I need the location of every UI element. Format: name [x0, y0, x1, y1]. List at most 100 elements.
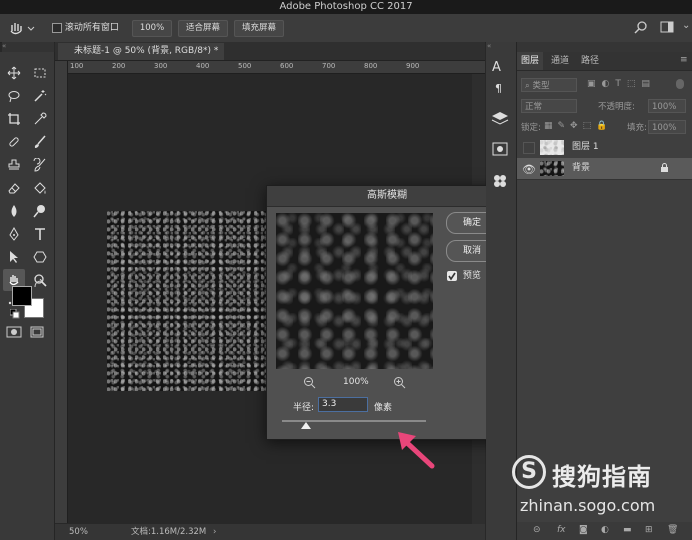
watermark-brand: 搜狗指南 [552, 463, 652, 491]
zoom-out-icon[interactable] [303, 376, 316, 392]
swap-colors-icon[interactable] [34, 278, 44, 292]
layer-style-icon[interactable]: fx [557, 525, 566, 535]
brush-tool-icon[interactable] [29, 131, 51, 153]
layers-panel-icon[interactable] [490, 110, 510, 131]
tools-panel-collapse[interactable]: « [2, 42, 54, 52]
radius-label: 半径: [293, 403, 315, 413]
zoom-100-button[interactable]: 100% [132, 20, 172, 37]
ruler-tick: 300 [154, 62, 168, 70]
dock-collapse[interactable]: « [487, 42, 517, 52]
eraser-tool-icon[interactable] [3, 177, 25, 199]
tab-layers[interactable]: 图层 [517, 52, 543, 70]
eyedropper-tool-icon[interactable] [29, 108, 51, 130]
link-layers-icon[interactable]: ⊝ [533, 525, 541, 535]
blur-tool-icon[interactable] [3, 200, 25, 222]
crop-tool-icon[interactable] [3, 108, 25, 130]
path-selection-tool-icon[interactable] [3, 246, 25, 268]
panel-menu-icon[interactable]: ≡ [680, 55, 688, 65]
new-group-icon[interactable]: ▬ [623, 525, 632, 535]
annotation-arrow-icon [394, 428, 436, 473]
tab-paths[interactable]: 路径 [577, 52, 603, 70]
sogou-logo-icon: S [512, 455, 546, 489]
layers-bottom-bar: ⊝ fx ◙ ◐ ▬ ⊞ 🗑 [517, 522, 692, 540]
layer-row[interactable]: 图层 1 [517, 137, 692, 159]
healing-brush-tool-icon[interactable] [3, 131, 25, 153]
checkbox-box [52, 22, 62, 33]
layer-name[interactable]: 图层 1 [572, 137, 599, 158]
lock-icons[interactable]: ▦✎✥⬚🔒 [544, 121, 612, 131]
delete-layer-icon[interactable]: 🗑 [667, 525, 678, 535]
fill-input[interactable]: 100% [648, 120, 686, 134]
dialog-title[interactable]: 高斯模糊 [267, 186, 507, 207]
new-layer-icon[interactable]: ⊞ [645, 525, 653, 535]
status-zoom[interactable]: 50% [69, 524, 88, 540]
lock-icon [660, 158, 669, 179]
marquee-tool-icon[interactable] [29, 62, 51, 84]
layers-panel-header [517, 42, 692, 52]
zoom-in-icon[interactable] [393, 376, 406, 392]
checkbox-checked-icon [447, 271, 457, 281]
visibility-toggle-off[interactable] [523, 142, 535, 154]
dodge-tool-icon[interactable] [29, 200, 51, 222]
layer-thumbnail [540, 140, 564, 155]
blur-preview[interactable] [276, 213, 433, 369]
status-menu-arrow-icon[interactable]: › [213, 524, 216, 540]
radius-input[interactable]: 3.3 [318, 397, 368, 412]
ruler-tick: 600 [280, 62, 294, 70]
shape-tool-icon[interactable] [29, 246, 51, 268]
kind-filter-value: 类型 [532, 81, 550, 91]
workspace-menu-chevron-icon[interactable]: ⌄ [682, 20, 690, 31]
vertical-ruler[interactable] [55, 61, 68, 523]
status-bar: 50% 文档:1.16M/2.32M › [55, 524, 485, 540]
preview-checkbox[interactable]: 预览 [447, 270, 481, 282]
ruler-tick: 400 [196, 62, 210, 70]
blend-mode-select[interactable]: 正常 [521, 99, 577, 113]
lasso-tool-icon[interactable] [3, 85, 25, 107]
paint-bucket-tool-icon[interactable] [29, 177, 51, 199]
properties-panel-icon[interactable] [491, 141, 509, 160]
ruler-tick: 700 [322, 62, 336, 70]
document-tab[interactable]: 未标题-1 @ 50% (背景, RGB/8*) * [58, 43, 224, 60]
preview-label: 预览 [462, 271, 481, 281]
filter-toggle[interactable] [676, 79, 684, 89]
foreground-color-swatch-front [12, 286, 32, 306]
status-doc-info[interactable]: 文档:1.16M/2.32M [131, 524, 206, 540]
clone-stamp-tool-icon[interactable] [3, 154, 25, 176]
adjustment-layer-icon[interactable]: ◐ [601, 525, 609, 535]
fit-screen-button[interactable]: 适合屏幕 [178, 20, 228, 37]
kind-filter-select[interactable]: ⌕ 类型 [521, 78, 577, 92]
search-icon[interactable] [634, 20, 648, 37]
workspace-icon[interactable] [660, 21, 674, 36]
lock-label: 锁定: [521, 123, 541, 133]
hand-icon [10, 23, 35, 35]
character-panel-icon[interactable]: A [492, 60, 501, 75]
hand-tool-preset-picker[interactable] [6, 19, 36, 37]
tab-channels[interactable]: 通道 [547, 52, 573, 70]
radius-slider-handle[interactable] [301, 422, 311, 433]
paragraph-panel-icon[interactable]: ¶ [495, 82, 502, 95]
ruler-tick: 100 [70, 62, 84, 70]
ruler-tick: 500 [238, 62, 252, 70]
opacity-input[interactable]: 100% [648, 99, 686, 113]
fill-label: 填充: [627, 123, 647, 133]
magic-wand-tool-icon[interactable] [29, 85, 51, 107]
screen-mode-icon[interactable] [30, 326, 44, 341]
document-tab-title: 未标题-1 @ 50% (背景, RGB/8*) * [74, 46, 219, 56]
fill-screen-button[interactable]: 填充屏幕 [234, 20, 284, 37]
pen-tool-icon[interactable] [3, 223, 25, 245]
layer-mask-icon[interactable]: ◙ [579, 525, 588, 535]
scroll-all-windows-checkbox[interactable]: 滚动所有窗口 [52, 21, 119, 35]
opacity-label: 不透明度: [598, 102, 635, 112]
document-image[interactable] [107, 211, 267, 391]
eye-icon[interactable]: 👁 [522, 159, 536, 180]
default-colors-icon[interactable] [9, 308, 20, 322]
layer-name[interactable]: 背景 [572, 158, 590, 179]
quick-mask-icon[interactable] [6, 326, 22, 341]
move-tool-icon[interactable] [3, 62, 25, 84]
layer-row-selected[interactable]: 👁 背景 [517, 158, 692, 180]
type-tool-icon[interactable] [29, 223, 51, 245]
layer-filter-icons[interactable]: ▣◐T⬚▤ [587, 79, 656, 89]
channels-panel-icon[interactable] [491, 172, 509, 191]
history-brush-tool-icon[interactable] [29, 154, 51, 176]
horizontal-ruler[interactable]: 100 200 300 400 500 600 700 800 900 [68, 61, 485, 74]
